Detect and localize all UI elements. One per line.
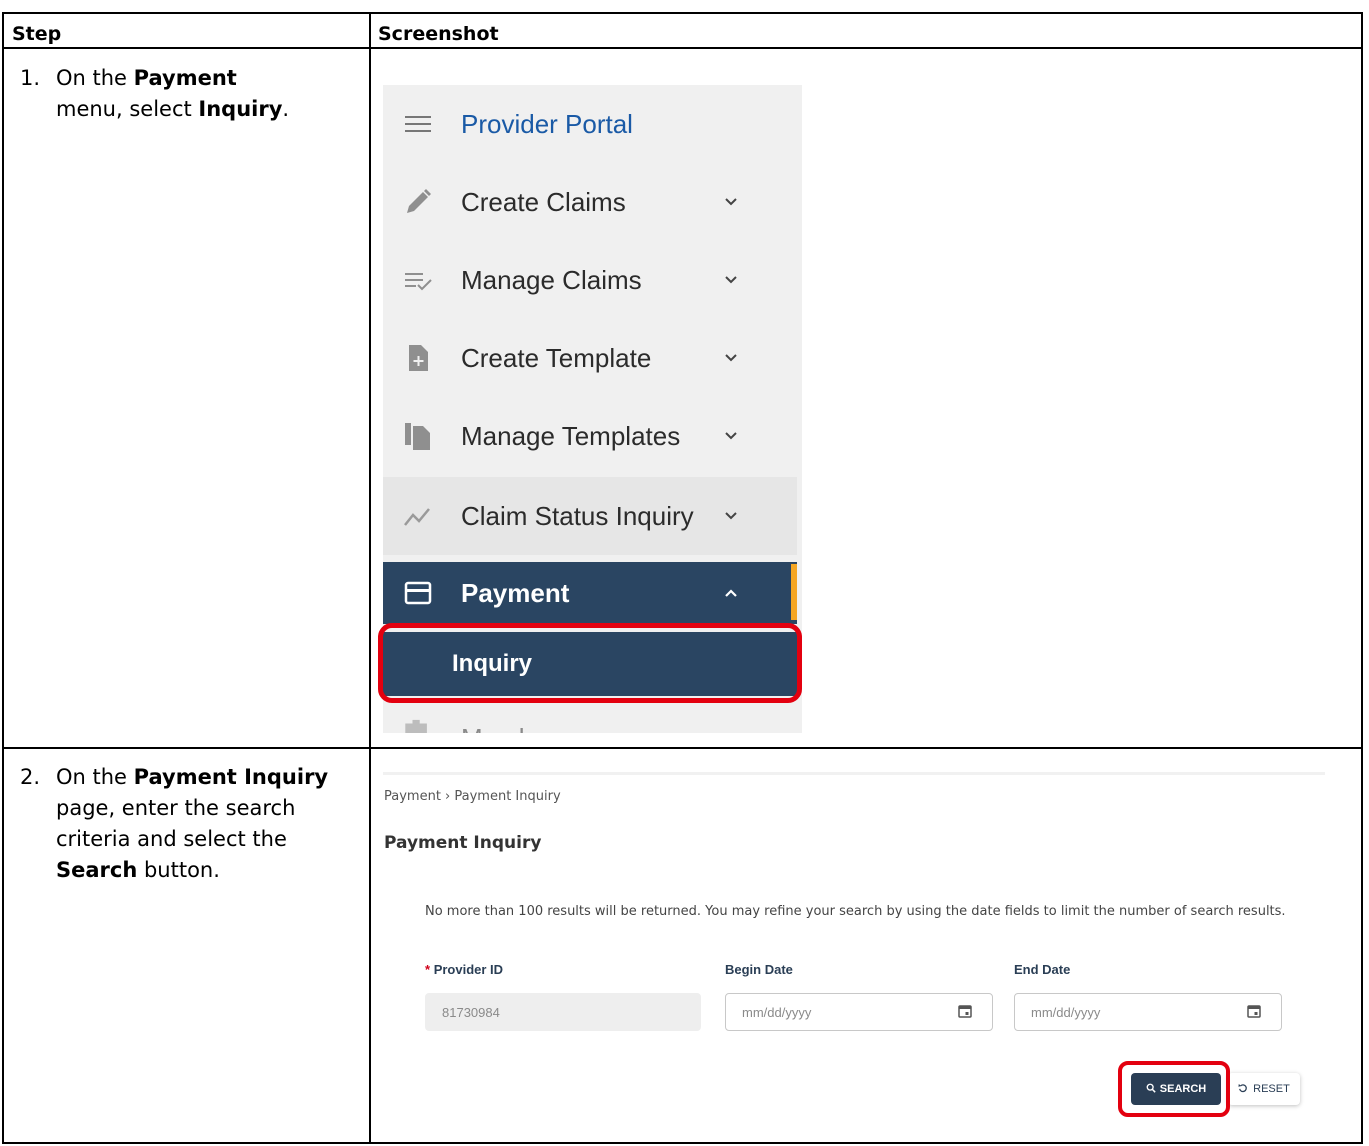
- chevron-down-icon: [725, 512, 737, 520]
- portal-title: Provider Portal: [461, 109, 633, 139]
- step-number: 1.: [20, 66, 41, 90]
- step-instruction: On the Payment menu, select Inquiry.: [56, 66, 290, 121]
- menu-item-label: Manage Claims: [461, 265, 642, 295]
- page-top-border: [383, 772, 1325, 775]
- emphasis: Inquiry: [198, 97, 283, 121]
- reset-button-label: RESET: [1253, 1083, 1290, 1095]
- menu-item-create-template[interactable]: Create Template: [383, 319, 797, 397]
- member-icon: [405, 719, 427, 733]
- menu-item-manage-claims[interactable]: Manage Claims: [383, 241, 797, 319]
- header-row-divider: [2, 47, 1363, 49]
- menu-item-create-claims[interactable]: Create Claims: [383, 163, 797, 241]
- hamburger-menu-icon[interactable]: [403, 109, 433, 139]
- begin-date-placeholder: mm/dd/yyyy: [742, 1005, 812, 1020]
- file-add-icon: [409, 345, 428, 371]
- header-step: Step: [12, 23, 62, 45]
- menu-item-label: Member: [461, 723, 556, 733]
- page-title: Payment Inquiry: [384, 833, 542, 853]
- chevron-down-icon: [725, 276, 737, 284]
- trend-line-icon: [404, 508, 430, 526]
- pencil-icon: [407, 189, 431, 213]
- menu-item-label: Create Template: [461, 343, 652, 373]
- emphasis: Search: [56, 858, 138, 882]
- chevron-down-icon: [725, 354, 737, 362]
- chevron-down-icon: [725, 432, 737, 440]
- reset-icon: [1238, 1083, 1248, 1093]
- menu-item-claim-status-inquiry[interactable]: Claim Status Inquiry: [383, 477, 797, 555]
- begin-date-field[interactable]: mm/dd/yyyy: [725, 993, 993, 1031]
- breadcrumb[interactable]: Payment › Payment Inquiry: [384, 789, 561, 804]
- end-date-field[interactable]: mm/dd/yyyy: [1014, 993, 1282, 1031]
- search-notice: No more than 100 results will be returne…: [425, 904, 1286, 919]
- provider-id-label: * Provider ID: [425, 962, 504, 977]
- required-marker: *: [425, 962, 431, 977]
- reset-button[interactable]: RESET: [1228, 1073, 1300, 1105]
- chevron-down-icon: [725, 198, 737, 206]
- end-date-label: End Date: [1014, 962, 1071, 977]
- chevron-up-icon: [725, 589, 737, 597]
- row-divider: [2, 747, 1363, 749]
- search-highlight-box: [1118, 1061, 1230, 1117]
- begin-date-label: Begin Date: [725, 962, 793, 977]
- menu-item-label: Create Claims: [461, 187, 626, 217]
- credit-card-icon: [404, 581, 432, 605]
- menu-item-label: Payment: [461, 578, 570, 608]
- files-icon: [405, 423, 430, 450]
- menu-item-label: Claim Status Inquiry: [461, 501, 694, 531]
- menu-item-label: Manage Templates: [461, 421, 681, 451]
- end-date-placeholder: mm/dd/yyyy: [1031, 1005, 1101, 1020]
- menu-item-member-partial[interactable]: Member: [383, 717, 797, 733]
- menu-item-manage-templates[interactable]: Manage Templates: [383, 397, 797, 475]
- calendar-icon[interactable]: [958, 1004, 972, 1018]
- step-instruction: On the Payment Inquiry page, enter the s…: [56, 765, 329, 882]
- inquiry-highlight-box: [378, 623, 802, 703]
- column-divider: [369, 12, 371, 1144]
- menu-header[interactable]: Provider Portal: [383, 85, 797, 163]
- menu-item-payment[interactable]: Payment: [383, 562, 797, 624]
- list-check-icon: [405, 273, 432, 291]
- header-screenshot: Screenshot: [378, 23, 499, 45]
- emphasis: Payment Inquiry: [133, 765, 329, 789]
- provider-id-field[interactable]: 81730984: [425, 993, 701, 1031]
- active-accent-bar: [791, 564, 797, 620]
- step-number: 2.: [20, 765, 41, 789]
- emphasis: Payment: [133, 66, 237, 90]
- calendar-icon[interactable]: [1247, 1004, 1261, 1018]
